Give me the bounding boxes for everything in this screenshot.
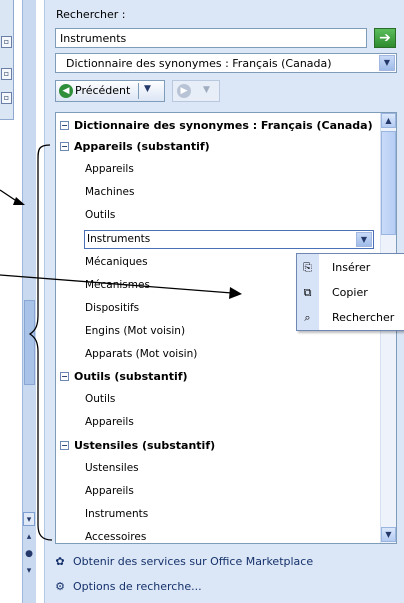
document-area: ▫ ▫ ▫ ▾ ▴ ● ▾ — [0, 0, 36, 603]
context-menu: ⎘ Insérer ⧉ Copier ⌕ Rechercher — [296, 253, 404, 331]
synonym-item[interactable]: Appareils — [85, 412, 134, 433]
back-button[interactable]: ◀ Précédent ▼ — [55, 80, 165, 102]
document-toolbar: ▫ ▫ ▫ — [0, 0, 14, 120]
search-label: Rechercher : — [56, 8, 126, 21]
previous-page-icon[interactable]: ▴ — [23, 530, 35, 544]
marketplace-icon: ✿ — [55, 555, 65, 568]
menu-item-label: Insérer — [332, 261, 371, 274]
next-page-icon[interactable]: ▾ — [23, 564, 35, 578]
menu-item-label: Copier — [332, 286, 368, 299]
synonym-item[interactable]: Engins (Mot voisin) — [85, 321, 185, 342]
back-arrow-icon: ◀ — [59, 84, 73, 98]
category-row[interactable]: − Ustensiles (substantif) — [60, 435, 215, 456]
synonym-item[interactable]: Accessoires — [85, 527, 146, 543]
menu-item-search[interactable]: ⌕ Rechercher — [297, 305, 404, 330]
toolbar-tool-icon[interactable]: ▫ — [1, 36, 12, 48]
search-input[interactable] — [55, 28, 367, 48]
synonym-item[interactable]: Appareils — [85, 481, 134, 502]
synonym-item[interactable]: Mécanismes — [85, 275, 150, 296]
synonym-item[interactable]: Appareils — [85, 159, 134, 180]
research-options-link[interactable]: ⚙ Options de recherche... — [53, 578, 202, 596]
collapse-icon[interactable]: − — [60, 120, 69, 130]
synonym-item[interactable]: Dispositifs — [85, 298, 139, 319]
browse-object-icon[interactable]: ● — [23, 547, 35, 561]
research-icon: ⌕ — [304, 311, 311, 324]
scroll-up-icon[interactable]: ▲ — [381, 113, 396, 128]
toolbar-tool-icon[interactable]: ▫ — [1, 92, 12, 104]
menu-item-label: Rechercher — [332, 311, 395, 324]
marketplace-link[interactable]: ✿ Obtenir des services sur Office Marketp… — [53, 553, 313, 571]
menu-item-insert[interactable]: ⎘ Insérer — [297, 255, 404, 280]
forward-arrow-icon: ▶ — [177, 84, 191, 98]
synonym-item[interactable]: Mécaniques — [85, 252, 148, 273]
chevron-down-icon[interactable]: ▼ — [356, 232, 372, 247]
synonym-item[interactable]: Apparats (Mot voisin) — [85, 344, 197, 365]
divider — [138, 83, 139, 99]
results-header[interactable]: − Dictionnaire des synonymes : Français (… — [60, 115, 373, 136]
synonym-item[interactable]: Machines — [85, 182, 134, 203]
dictionary-select[interactable]: Dictionnaire des synonymes : Français (C… — [55, 53, 397, 73]
research-pane: Rechercher : ➔ Dictionnaire des synonyme… — [44, 0, 404, 603]
options-icon: ⚙ — [55, 580, 65, 593]
synonym-item[interactable]: Outils — [85, 205, 115, 226]
scrollbar-thumb[interactable] — [381, 131, 396, 235]
scroll-down-icon[interactable]: ▼ — [381, 527, 396, 542]
dictionary-select-value: Dictionnaire des synonymes : Français (C… — [66, 57, 332, 70]
synonym-item[interactable]: Outils — [85, 389, 115, 410]
synonym-item[interactable]: Instruments — [85, 504, 148, 525]
collapse-icon[interactable]: − — [60, 141, 69, 151]
chevron-down-icon[interactable]: ▼ — [379, 55, 395, 71]
forward-button[interactable]: ▶ ▼ — [172, 80, 220, 102]
go-arrow-icon[interactable]: ➔ — [374, 28, 396, 48]
chevron-down-icon[interactable]: ▼ — [144, 84, 151, 94]
insert-icon: ⎘ — [303, 261, 312, 274]
copy-icon: ⧉ — [303, 286, 312, 299]
collapse-icon[interactable]: − — [60, 440, 69, 450]
synonym-item-label: Instruments — [87, 233, 151, 245]
toolbar-tool-icon[interactable]: ▫ — [1, 68, 12, 80]
collapse-icon[interactable]: − — [60, 371, 69, 381]
scroll-down-icon[interactable]: ▾ — [23, 512, 35, 526]
scrollbar-thumb[interactable] — [24, 300, 35, 385]
synonym-item[interactable]: Ustensiles — [85, 458, 139, 479]
back-button-label: Précédent — [75, 84, 131, 97]
menu-item-copy[interactable]: ⧉ Copier — [297, 280, 404, 305]
category-row[interactable]: − Appareils (substantif) — [60, 136, 210, 157]
category-row[interactable]: − Outils (substantif) — [60, 366, 188, 387]
synonym-item-dropdown[interactable]: Instruments ▼ — [84, 230, 374, 249]
chevron-down-icon[interactable]: ▼ — [203, 85, 210, 95]
